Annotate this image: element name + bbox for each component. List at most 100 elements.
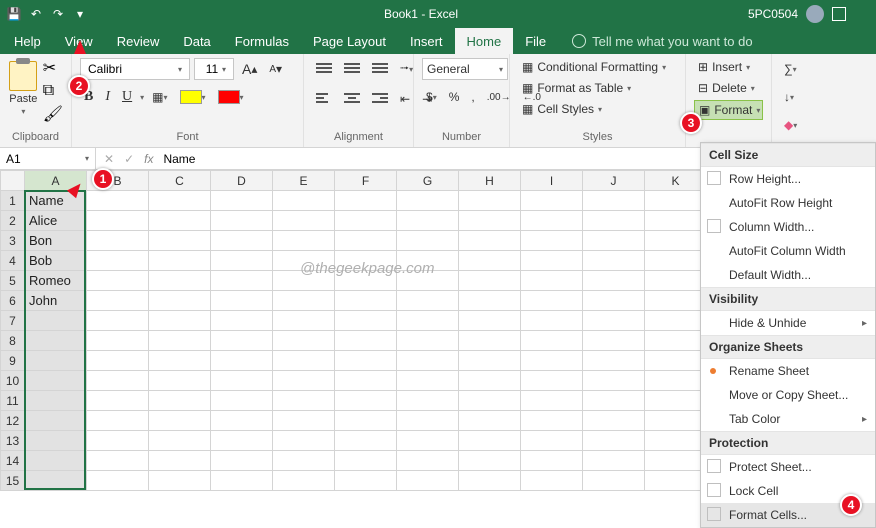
account-avatar-icon[interactable] xyxy=(806,5,824,23)
cell[interactable] xyxy=(25,471,87,491)
cell[interactable] xyxy=(273,331,335,351)
qat-customize-icon[interactable]: ▾ xyxy=(72,6,88,22)
format-as-table-button[interactable]: ▦Format as Table▾ xyxy=(518,79,677,97)
cell[interactable] xyxy=(583,471,645,491)
column-header-E[interactable]: E xyxy=(273,171,335,191)
cell[interactable] xyxy=(397,191,459,211)
undo-icon[interactable]: ↶ xyxy=(28,6,44,22)
cell[interactable] xyxy=(583,191,645,211)
cell[interactable] xyxy=(397,291,459,311)
save-icon[interactable]: 💾 xyxy=(6,6,22,22)
column-header-I[interactable]: I xyxy=(521,171,583,191)
cell[interactable] xyxy=(273,431,335,451)
cell[interactable] xyxy=(521,231,583,251)
select-all-corner[interactable] xyxy=(1,171,25,191)
cell[interactable] xyxy=(335,211,397,231)
cell[interactable] xyxy=(335,291,397,311)
cell[interactable] xyxy=(583,271,645,291)
cell[interactable] xyxy=(645,471,707,491)
cell[interactable] xyxy=(583,311,645,331)
row-header[interactable]: 10 xyxy=(1,371,25,391)
column-header-F[interactable]: F xyxy=(335,171,397,191)
cell[interactable] xyxy=(521,351,583,371)
cell[interactable] xyxy=(521,471,583,491)
cell[interactable] xyxy=(211,391,273,411)
decrease-font-size-button[interactable]: A▾ xyxy=(265,58,286,80)
row-header[interactable]: 13 xyxy=(1,431,25,451)
row-header[interactable]: 12 xyxy=(1,411,25,431)
cell[interactable] xyxy=(521,371,583,391)
cell[interactable] xyxy=(335,231,397,251)
cell[interactable] xyxy=(87,431,149,451)
cell[interactable] xyxy=(521,331,583,351)
tab-insert[interactable]: Insert xyxy=(398,28,455,54)
row-header[interactable]: 2 xyxy=(1,211,25,231)
cell[interactable] xyxy=(211,411,273,431)
cell[interactable] xyxy=(397,231,459,251)
row-header[interactable]: 4 xyxy=(1,251,25,271)
cell[interactable] xyxy=(645,351,707,371)
column-header-K[interactable]: K xyxy=(645,171,707,191)
tell-me[interactable]: Tell me what you want to do xyxy=(572,28,752,54)
formula-value[interactable]: Name xyxy=(163,152,195,166)
cell[interactable] xyxy=(645,451,707,471)
cell[interactable] xyxy=(273,471,335,491)
italic-button[interactable]: I xyxy=(101,86,114,108)
comma-format-button[interactable]: , xyxy=(467,86,478,108)
cell[interactable] xyxy=(583,251,645,271)
cell[interactable] xyxy=(149,391,211,411)
cell[interactable] xyxy=(273,391,335,411)
increase-font-size-button[interactable]: A▴ xyxy=(238,58,261,80)
cell[interactable] xyxy=(211,471,273,491)
cell[interactable] xyxy=(25,331,87,351)
cell[interactable] xyxy=(397,331,459,351)
cell[interactable] xyxy=(459,471,521,491)
decrease-indent-icon[interactable]: ⇤ xyxy=(396,88,414,110)
font-name-input[interactable] xyxy=(88,62,178,76)
cell[interactable] xyxy=(521,451,583,471)
menu-item-autofit-row-height[interactable]: AutoFit Row Height xyxy=(701,191,875,215)
cell[interactable] xyxy=(273,311,335,331)
cell[interactable] xyxy=(521,251,583,271)
cell[interactable] xyxy=(645,431,707,451)
cell[interactable] xyxy=(521,311,583,331)
cell[interactable] xyxy=(149,291,211,311)
column-header-G[interactable]: G xyxy=(397,171,459,191)
name-box[interactable]: A1 ▾ xyxy=(0,148,96,169)
cell[interactable] xyxy=(87,371,149,391)
cell[interactable] xyxy=(397,431,459,451)
menu-item-column-width[interactable]: Column Width... xyxy=(701,215,875,239)
cell[interactable] xyxy=(645,411,707,431)
cell[interactable] xyxy=(459,271,521,291)
cell[interactable] xyxy=(397,411,459,431)
autosum-button[interactable]: ∑▾ xyxy=(780,58,801,80)
cell[interactable] xyxy=(521,411,583,431)
row-header[interactable]: 1 xyxy=(1,191,25,211)
cell[interactable] xyxy=(397,351,459,371)
cell[interactable] xyxy=(459,311,521,331)
cell[interactable] xyxy=(211,451,273,471)
cell[interactable] xyxy=(25,411,87,431)
cell[interactable]: Bon xyxy=(25,231,87,251)
cell[interactable] xyxy=(459,191,521,211)
cell[interactable] xyxy=(645,371,707,391)
cell[interactable] xyxy=(87,191,149,211)
borders-button[interactable]: ▦▾ xyxy=(148,86,171,108)
menu-item-protect-sheet[interactable]: Protect Sheet... xyxy=(701,455,875,479)
tab-data[interactable]: Data xyxy=(171,28,222,54)
clear-button[interactable]: ◆▾ xyxy=(780,114,801,136)
cell[interactable] xyxy=(211,371,273,391)
font-name-dropdown[interactable]: ▾ xyxy=(80,58,190,80)
cell[interactable] xyxy=(211,211,273,231)
cell[interactable] xyxy=(335,451,397,471)
insert-cells-button[interactable]: ⊞Insert▾ xyxy=(694,58,763,76)
cell[interactable] xyxy=(149,451,211,471)
cell[interactable] xyxy=(397,211,459,231)
cell[interactable] xyxy=(645,331,707,351)
cell[interactable] xyxy=(645,291,707,311)
align-right-icon[interactable] xyxy=(368,88,392,110)
cell[interactable] xyxy=(459,371,521,391)
delete-cells-button[interactable]: ⊟Delete▾ xyxy=(694,79,763,97)
cell[interactable] xyxy=(87,391,149,411)
cell[interactable] xyxy=(25,311,87,331)
